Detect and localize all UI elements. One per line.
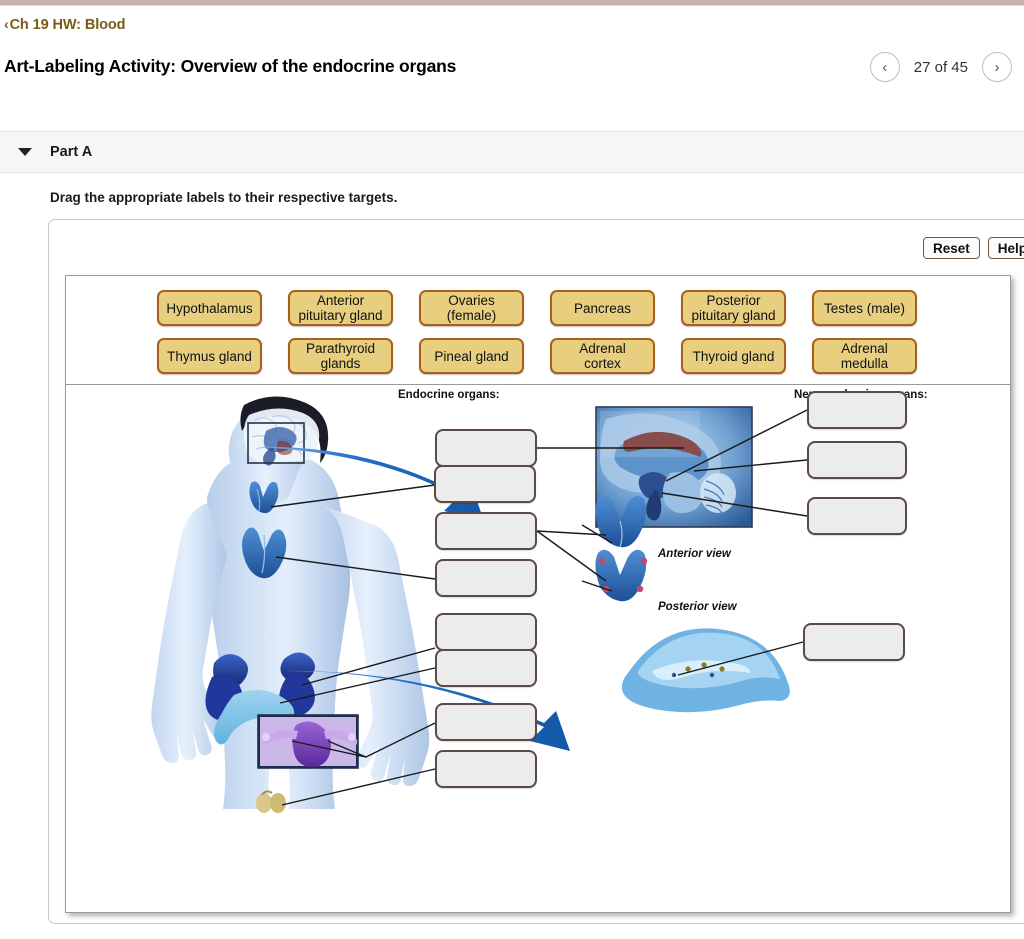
human-body-figure [151,396,430,813]
label-tile-hypothalamus[interactable]: Hypothalamus [157,290,262,326]
back-chevron-icon: ‹ [4,16,9,32]
label-tile-text: Pineal gland [434,348,509,364]
activity-panel: Reset Help Hypothalamus Anterior pituitary… [48,219,1024,924]
target-endocrine-1[interactable] [435,429,537,467]
label-tile-thyroid-gland[interactable]: Thyroid gland [681,338,786,374]
prev-question-button[interactable]: ‹ [869,52,900,82]
caption-endocrine-organs: Endocrine organs: [398,389,500,401]
target-endocrine-7[interactable] [435,703,537,741]
part-a-label: Part A [50,144,93,160]
label-bank: Hypothalamus Anterior pituitary gland Ovari… [66,276,1010,385]
top-accent-bar [0,0,1024,6]
label-tile-text: Adrenal medulla [840,341,889,371]
thyroid-posterior-view-art [595,549,648,602]
part-a-header[interactable]: Part A [0,131,1024,173]
caption-posterior-view: Posterior view [658,601,737,613]
target-endocrine-6[interactable] [435,649,537,687]
target-endocrine-8[interactable] [435,750,537,788]
label-tile-text: Ovaries (female) [446,293,497,323]
chevron-right-icon: › [994,58,1000,76]
label-tile-anterior-pituitary-gland[interactable]: Anterior pituitary gland [288,290,393,326]
diagram-canvas: Endocrine organs: Neuroendocrine organs:… [66,385,1010,912]
testes-organ [256,790,286,813]
reset-button[interactable]: Reset [922,237,980,259]
label-tile-adrenal-medulla[interactable]: Adrenal medulla [812,338,917,374]
pager-count: 27 of 45 [913,58,968,76]
label-tile-pancreas[interactable]: Pancreas [550,290,655,326]
label-tile-text: Anterior pituitary gland [298,293,383,323]
target-pancreas[interactable] [803,623,905,661]
label-tile-text: Parathyroid glands [305,341,376,371]
pancreas-inset-art [621,628,790,713]
label-tile-posterior-pituitary-gland[interactable]: Posterior pituitary gland [681,290,786,326]
label-tile-parathyroid-glands[interactable]: Parathyroid glands [288,338,393,374]
target-neuro-2[interactable] [807,441,907,479]
label-tile-text: Posterior pituitary gland [691,293,776,323]
page-title: Art-Labeling Activity: Overview of the e… [4,56,457,76]
label-tile-text: Adrenal cortex [579,341,626,371]
chevron-left-icon: ‹ [882,58,888,76]
label-tile-text: Thyroid gland [692,348,775,364]
target-neuro-3[interactable] [807,497,907,535]
label-tile-text: Pancreas [573,300,632,316]
caret-down-icon[interactable] [18,148,32,156]
ovaries-inset-box [257,714,359,769]
label-tile-ovaries-female[interactable]: Ovaries (female) [419,290,524,326]
target-neuro-1[interactable] [807,391,907,429]
label-tile-adrenal-cortex[interactable]: Adrenal cortex [550,338,655,374]
label-tile-text: Thymus gland [167,348,252,364]
target-endocrine-2[interactable] [434,465,536,503]
label-tile-pineal-gland[interactable]: Pineal gland [419,338,524,374]
pager: ‹ 27 of 45 › [869,52,1012,82]
label-tile-text: Testes (male) [823,300,906,316]
target-endocrine-3[interactable] [435,512,537,550]
activity-toolbar: Reset Help [922,237,1024,259]
label-tile-thymus-gland[interactable]: Thymus gland [157,338,262,374]
label-tile-testes-male[interactable]: Testes (male) [812,290,917,326]
instruction-text: Drag the appropriate labels to their res… [50,190,398,205]
help-button[interactable]: Help [987,237,1024,259]
caption-anterior-view: Anterior view [658,548,731,560]
target-endocrine-4[interactable] [435,559,537,597]
label-tile-text: Hypothalamus [166,300,253,316]
target-endocrine-5[interactable] [435,613,537,651]
next-question-button[interactable]: › [982,52,1012,82]
breadcrumb[interactable]: ‹Ch 19 HW: Blood [4,16,126,33]
activity-workspace: Hypothalamus Anterior pituitary gland Ovari… [65,275,1011,913]
breadcrumb-label: Ch 19 HW: Blood [9,17,126,33]
